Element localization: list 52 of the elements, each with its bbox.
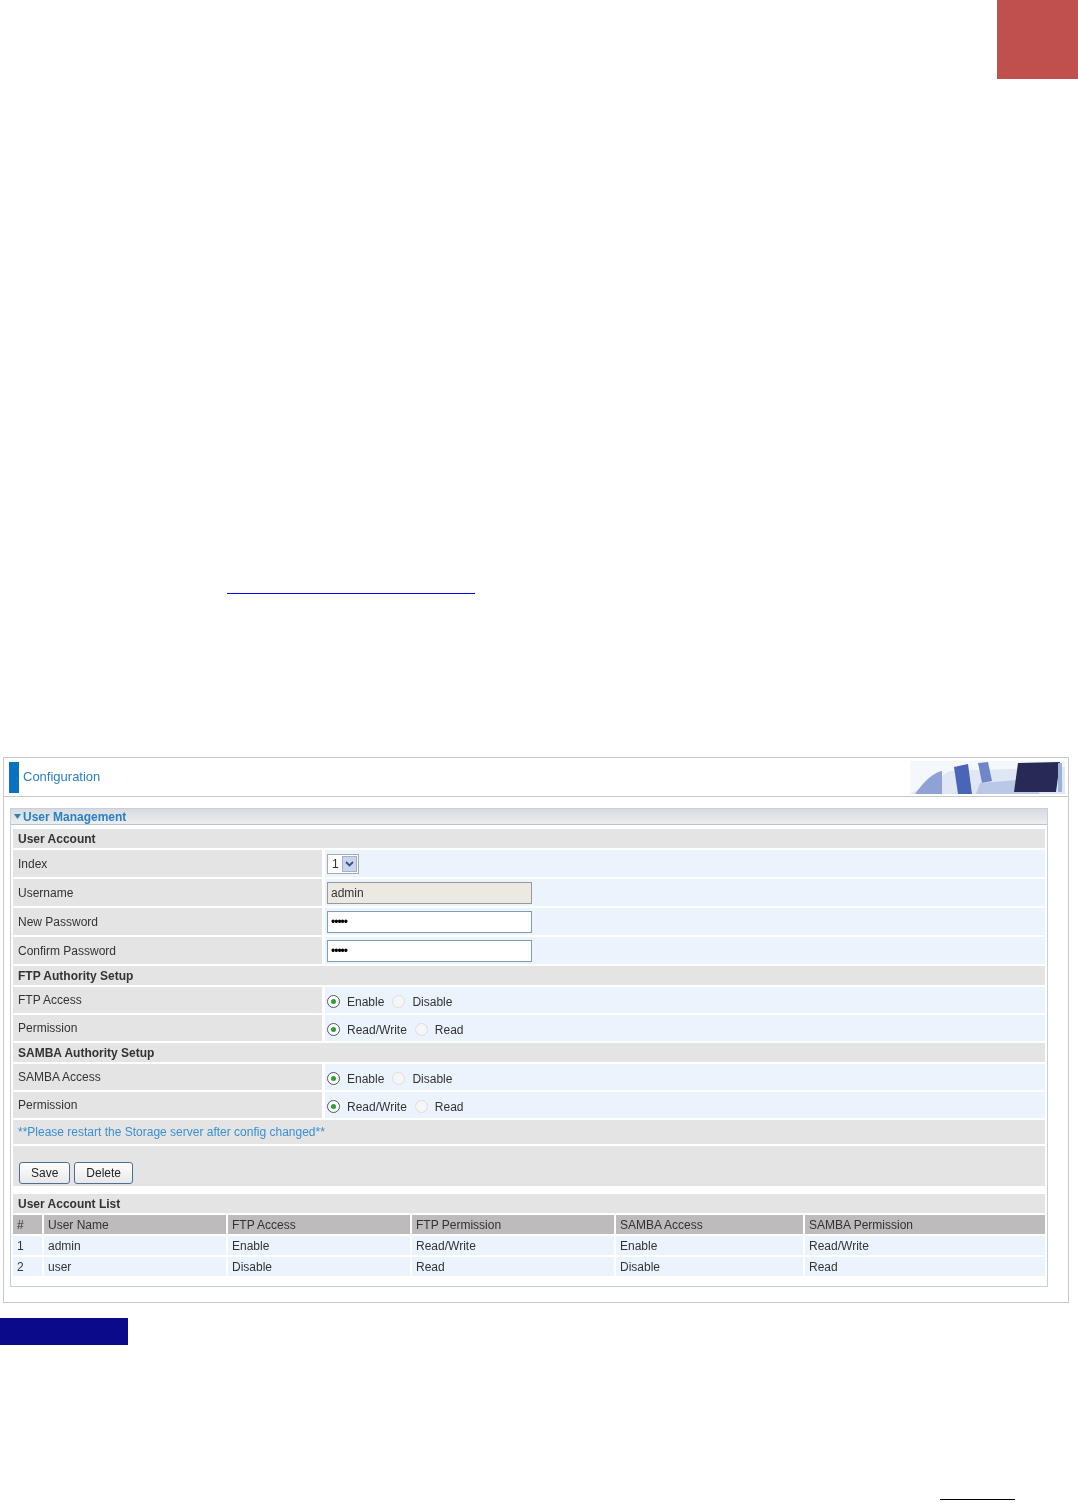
column-header: FTP Permission (412, 1215, 614, 1234)
table-cell: 2 (13, 1257, 42, 1276)
table-cell: Read (805, 1257, 1045, 1276)
list-title: User Account List (13, 1194, 1045, 1213)
field-label: SAMBA Access (13, 1064, 322, 1090)
caret-icon (14, 814, 21, 819)
table-cell: Disable (616, 1257, 803, 1276)
action-button[interactable]: Delete (74, 1162, 134, 1184)
radio-button[interactable] (327, 1100, 340, 1113)
radio-button[interactable] (327, 1023, 340, 1036)
table-cell: user (44, 1257, 226, 1276)
index-select[interactable]: 1 (327, 853, 359, 874)
column-header: # (13, 1215, 42, 1234)
password-field[interactable]: ••••• (327, 939, 532, 962)
section-title: User Management (23, 808, 127, 826)
group-heading: FTP Authority Setup (13, 966, 1045, 985)
radio-label: Disable (412, 1070, 453, 1088)
radio-button[interactable] (327, 1072, 340, 1085)
field-label: Permission (13, 1015, 322, 1041)
radio-label: Read/Write (347, 1098, 407, 1116)
radio-label: Read/Write (347, 1021, 407, 1039)
radio-label: Enable (347, 1070, 385, 1088)
action-button[interactable]: Save (19, 1162, 71, 1184)
field-label: New Password (13, 908, 322, 935)
radio-label: Read (434, 1098, 464, 1116)
field-label: Index (13, 850, 322, 877)
table-cell: admin (44, 1236, 226, 1255)
column-header: User Name (44, 1215, 226, 1234)
restart-note: **Please restart the Storage server after config changed** (13, 1120, 1045, 1144)
title-accent-bar (9, 761, 19, 793)
radio-label: Read (434, 1021, 464, 1039)
table-cell: Enable (228, 1236, 410, 1255)
window-title: Configuration (23, 768, 101, 787)
field-label: Permission (13, 1092, 322, 1118)
column-header: SAMBA Access (616, 1215, 803, 1234)
radio-label: Enable (347, 993, 385, 1011)
group-heading: SAMBA Authority Setup (13, 1043, 1045, 1062)
group-heading: User Account (13, 829, 1045, 848)
table-cell: Disable (228, 1257, 410, 1276)
table-cell: Read/Write (805, 1236, 1045, 1255)
column-header: FTP Access (228, 1215, 410, 1234)
password-field[interactable]: ••••• (327, 910, 532, 933)
table-cell: Read (412, 1257, 614, 1276)
table-cell: Read/Write (412, 1236, 614, 1255)
field-label: Confirm Password (13, 937, 322, 964)
radio-label: Disable (412, 993, 453, 1011)
column-header: SAMBA Permission (805, 1215, 1045, 1234)
table-cell: 1 (13, 1236, 42, 1255)
field-label: Username (13, 879, 322, 906)
field-label: FTP Access (13, 987, 322, 1013)
radio-button[interactable] (327, 995, 340, 1008)
table-cell: Enable (616, 1236, 803, 1255)
